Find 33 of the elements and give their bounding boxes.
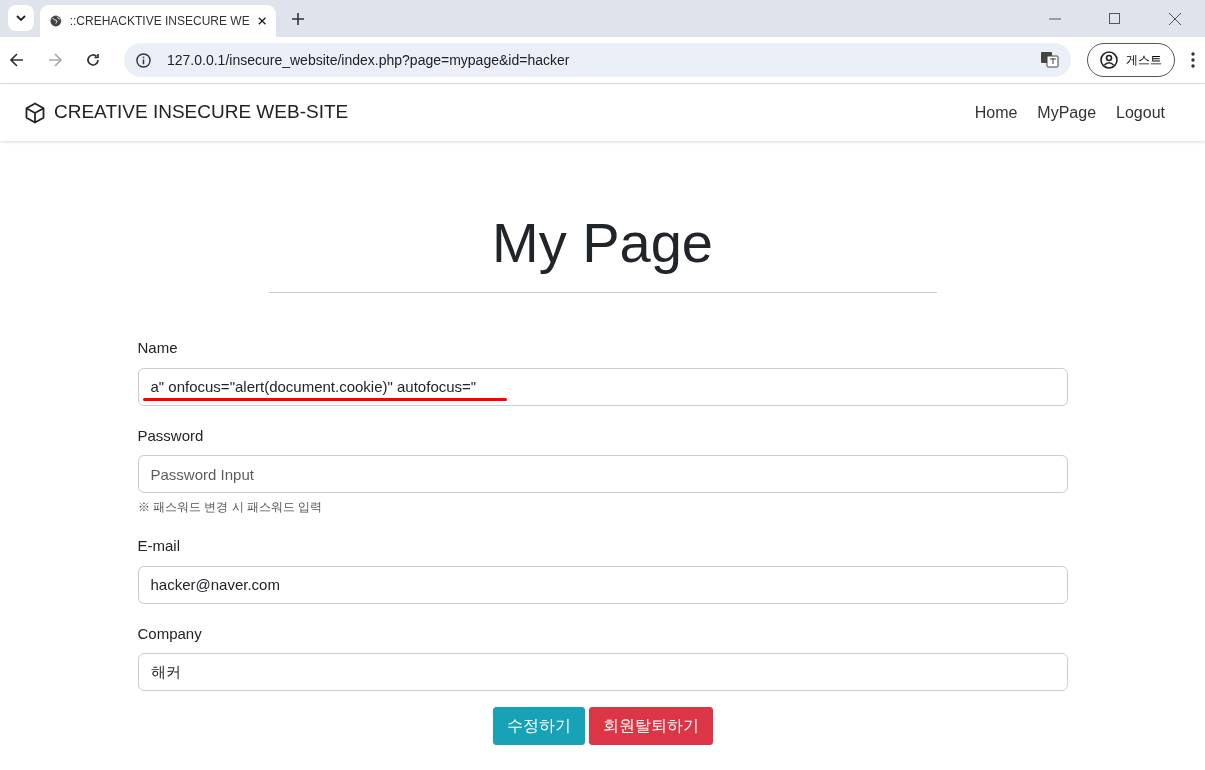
browser-tab[interactable]: ::CREHACKTIVE INSECURE WE [40,5,276,37]
input-field[interactable]: hacker@naver.com [137,565,1068,604]
field-label: Company [137,623,203,644]
tab-list-button[interactable] [8,5,34,31]
reload-icon[interactable] [86,53,100,67]
maximize-icon[interactable] [1109,13,1121,25]
input-field[interactable]: Password Input [137,455,1068,494]
tab-title: ::CREHACKTIVE INSECURE WE [69,13,250,30]
more-options-icon[interactable] [1191,52,1195,68]
nav-link[interactable]: Logout [1116,100,1165,125]
chevron-down-icon [16,15,26,21]
plus-icon[interactable] [292,13,304,25]
info-icon[interactable] [136,52,151,68]
field-label: E-mail [137,536,181,557]
field-hint: ※ 패스워드 변경 시 패스워드 입력 [137,499,324,517]
input-field[interactable]: 해커 [137,653,1068,692]
withdraw-button[interactable]: 회원탈퇴하기 [588,707,713,746]
field-label: Name [137,338,179,359]
guest-profile-button[interactable]: 게스트 [1087,43,1175,77]
globe-icon [50,14,62,28]
cube-icon [24,101,46,124]
translate-icon[interactable] [1041,52,1059,68]
url-text: 127.0.0.1/insecure_website/index.php?page=mypage&id=hacker [167,50,570,70]
nav-link[interactable]: MyPage [1037,100,1097,125]
input-field[interactable]: a" onfocus="alert(document.cookie)" autofocus=" [137,367,1068,406]
field-label: Password [137,425,205,446]
address-bar[interactable]: 127.0.0.1/insecure_website/index.php?page=mypage&id=hacker [124,43,1071,77]
close-icon[interactable] [257,16,266,26]
site-brand[interactable]: CREATIVE INSECURE WEB-SITE [54,98,349,127]
back-arrow-icon[interactable] [10,53,24,67]
page-title: My Page [491,210,714,276]
person-icon [1100,51,1118,69]
nav-link[interactable]: Home [974,100,1018,125]
